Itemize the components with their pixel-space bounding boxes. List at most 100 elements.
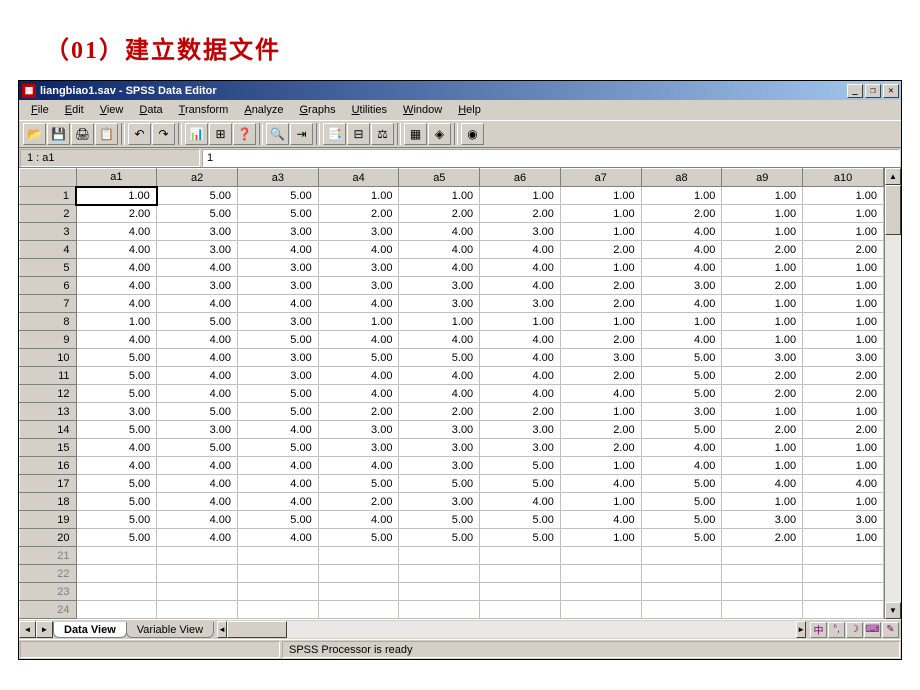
data-cell[interactable]: 1.00	[641, 313, 722, 331]
row-header[interactable]: 22	[20, 565, 77, 583]
data-cell[interactable]: 3.00	[641, 277, 722, 295]
data-cell[interactable]: 1.00	[560, 313, 641, 331]
column-header-a1[interactable]: a1	[76, 169, 157, 187]
data-cell[interactable]: 1.00	[803, 403, 884, 421]
column-header-a9[interactable]: a9	[722, 169, 803, 187]
data-cell[interactable]: 5.00	[76, 475, 157, 493]
data-cell[interactable]: 1.00	[560, 529, 641, 547]
data-cell[interactable]: 4.00	[641, 295, 722, 313]
data-cell[interactable]: 4.00	[641, 439, 722, 457]
data-cell[interactable]: 3.00	[722, 511, 803, 529]
data-cell[interactable]: 4.00	[318, 511, 399, 529]
data-cell[interactable]: 4.00	[480, 277, 561, 295]
data-cell[interactable]: 5.00	[76, 367, 157, 385]
data-cell[interactable]: 4.00	[237, 457, 318, 475]
data-cell[interactable]: 5.00	[237, 331, 318, 349]
data-cell[interactable]: 1.00	[803, 187, 884, 205]
empty-cell[interactable]	[76, 565, 157, 583]
data-cell[interactable]: 1.00	[560, 493, 641, 511]
row-header[interactable]: 7	[20, 295, 77, 313]
data-cell[interactable]: 5.00	[237, 187, 318, 205]
row-header[interactable]: 3	[20, 223, 77, 241]
column-header-a7[interactable]: a7	[560, 169, 641, 187]
data-cell[interactable]: 3.00	[399, 277, 480, 295]
data-cell[interactable]: 3.00	[76, 403, 157, 421]
data-cell[interactable]: 3.00	[157, 421, 238, 439]
data-cell[interactable]: 1.00	[722, 331, 803, 349]
hscroll-right-button[interactable]: ►	[796, 621, 806, 638]
data-cell[interactable]: 1.00	[803, 529, 884, 547]
data-cell[interactable]: 3.00	[157, 241, 238, 259]
empty-cell[interactable]	[76, 583, 157, 601]
toolbar-button-15[interactable]: ◈	[428, 123, 451, 145]
data-cell[interactable]: 4.00	[480, 385, 561, 403]
data-cell[interactable]: 1.00	[318, 187, 399, 205]
empty-cell[interactable]	[480, 601, 561, 619]
data-cell[interactable]: 3.00	[157, 277, 238, 295]
data-cell[interactable]: 1.00	[560, 223, 641, 241]
empty-cell[interactable]	[722, 565, 803, 583]
data-cell[interactable]: 1.00	[803, 295, 884, 313]
horizontal-scrollbar[interactable]: ◄ ►	[217, 621, 806, 638]
nav-prev-button[interactable]: ►	[36, 621, 53, 638]
data-cell[interactable]: 5.00	[480, 475, 561, 493]
data-cell[interactable]: 5.00	[641, 385, 722, 403]
data-cell[interactable]: 4.00	[157, 511, 238, 529]
toolbar-button-4[interactable]: ↶	[128, 123, 151, 145]
empty-cell[interactable]	[318, 601, 399, 619]
data-cell[interactable]: 4.00	[560, 475, 641, 493]
data-cell[interactable]: 5.00	[76, 349, 157, 367]
data-cell[interactable]: 4.00	[157, 475, 238, 493]
data-cell[interactable]: 1.00	[803, 493, 884, 511]
data-cell[interactable]: 4.00	[157, 385, 238, 403]
empty-cell[interactable]	[641, 547, 722, 565]
data-cell[interactable]: 3.00	[399, 457, 480, 475]
data-cell[interactable]: 4.00	[157, 295, 238, 313]
data-cell[interactable]: 4.00	[157, 457, 238, 475]
data-cell[interactable]: 5.00	[237, 511, 318, 529]
data-cell[interactable]: 4.00	[237, 241, 318, 259]
data-cell[interactable]: 1.00	[560, 205, 641, 223]
close-button[interactable]: ✕	[883, 84, 899, 98]
data-cell[interactable]: 1.00	[722, 313, 803, 331]
data-cell[interactable]: 3.00	[318, 223, 399, 241]
data-cell[interactable]: 5.00	[76, 529, 157, 547]
row-header[interactable]: 2	[20, 205, 77, 223]
ime-icon-4[interactable]: ✎	[882, 622, 899, 638]
empty-cell[interactable]	[803, 547, 884, 565]
data-cell[interactable]: 4.00	[76, 295, 157, 313]
data-cell[interactable]: 1.00	[560, 457, 641, 475]
menu-file[interactable]: File	[23, 102, 57, 118]
data-cell[interactable]: 4.00	[399, 259, 480, 277]
data-cell[interactable]: 4.00	[318, 331, 399, 349]
data-cell[interactable]: 3.00	[318, 439, 399, 457]
data-cell[interactable]: 2.00	[560, 277, 641, 295]
hscroll-left-button[interactable]: ◄	[217, 621, 227, 638]
data-cell[interactable]: 3.00	[803, 349, 884, 367]
row-header[interactable]: 1	[20, 187, 77, 205]
menu-edit[interactable]: Edit	[57, 102, 92, 118]
data-cell[interactable]: 5.00	[237, 205, 318, 223]
data-cell[interactable]: 4.00	[157, 259, 238, 277]
data-cell[interactable]: 2.00	[318, 493, 399, 511]
empty-cell[interactable]	[722, 583, 803, 601]
data-cell[interactable]: 5.00	[641, 475, 722, 493]
data-cell[interactable]: 4.00	[803, 475, 884, 493]
row-header[interactable]: 19	[20, 511, 77, 529]
data-cell[interactable]: 3.00	[399, 421, 480, 439]
empty-cell[interactable]	[803, 583, 884, 601]
data-cell[interactable]: 1.00	[76, 313, 157, 331]
scroll-track[interactable]	[885, 185, 901, 602]
data-cell[interactable]: 5.00	[237, 385, 318, 403]
row-header[interactable]: 20	[20, 529, 77, 547]
toolbar-button-7[interactable]: ⊞	[209, 123, 232, 145]
data-cell[interactable]: 1.00	[803, 313, 884, 331]
data-cell[interactable]: 1.00	[560, 403, 641, 421]
empty-cell[interactable]	[560, 583, 641, 601]
maximize-button[interactable]: ❐	[865, 84, 881, 98]
toolbar-button-13[interactable]: ⚖	[371, 123, 394, 145]
data-cell[interactable]: 4.00	[641, 457, 722, 475]
nav-first-button[interactable]: ◄	[19, 621, 36, 638]
data-cell[interactable]: 4.00	[641, 223, 722, 241]
data-cell[interactable]: 2.00	[560, 331, 641, 349]
